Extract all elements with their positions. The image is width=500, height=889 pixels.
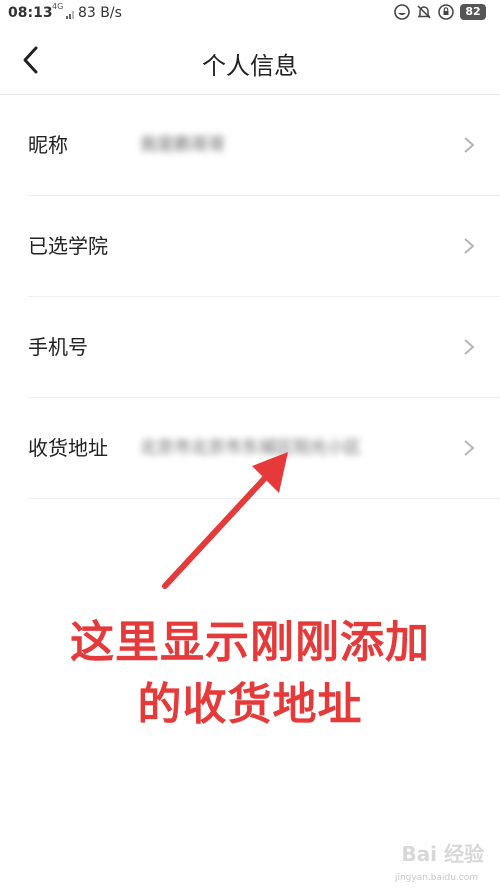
annotation-text: 这里显示刚刚添加 [70,617,430,668]
watermark-url: jingyan.baidu.com [394,873,478,883]
annotation-arrow-icon [162,452,288,589]
annotation-text: 的收货地址 [137,679,363,730]
watermark-logo: Bai 经验 [401,842,484,866]
